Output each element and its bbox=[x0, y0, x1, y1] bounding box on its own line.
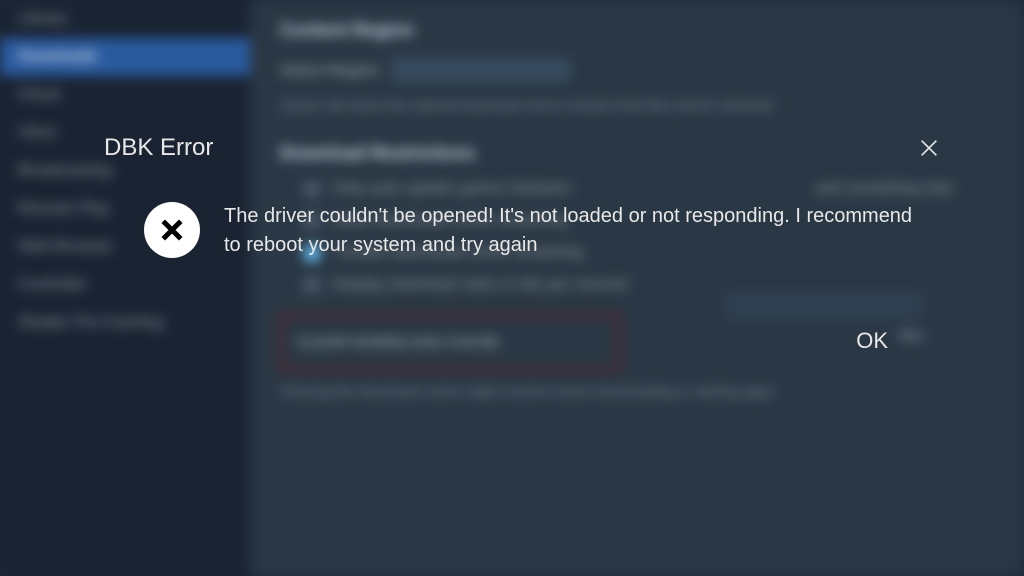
dialog-buttons: OK bbox=[60, 270, 980, 382]
error-icon bbox=[144, 202, 200, 258]
dialog-header: DBK Error bbox=[60, 120, 980, 176]
dialog-body: The driver couldn't be opened! It's not … bbox=[60, 176, 980, 270]
ok-button[interactable]: OK bbox=[842, 320, 902, 362]
dialog-message: The driver couldn't be opened! It's not … bbox=[224, 202, 924, 260]
dialog-overlay: DBK Error The driver couldn't be opened!… bbox=[0, 0, 1024, 576]
close-icon[interactable] bbox=[918, 137, 940, 159]
dialog-title: DBK Error bbox=[104, 134, 213, 162]
error-dialog: DBK Error The driver couldn't be opened!… bbox=[60, 120, 980, 382]
